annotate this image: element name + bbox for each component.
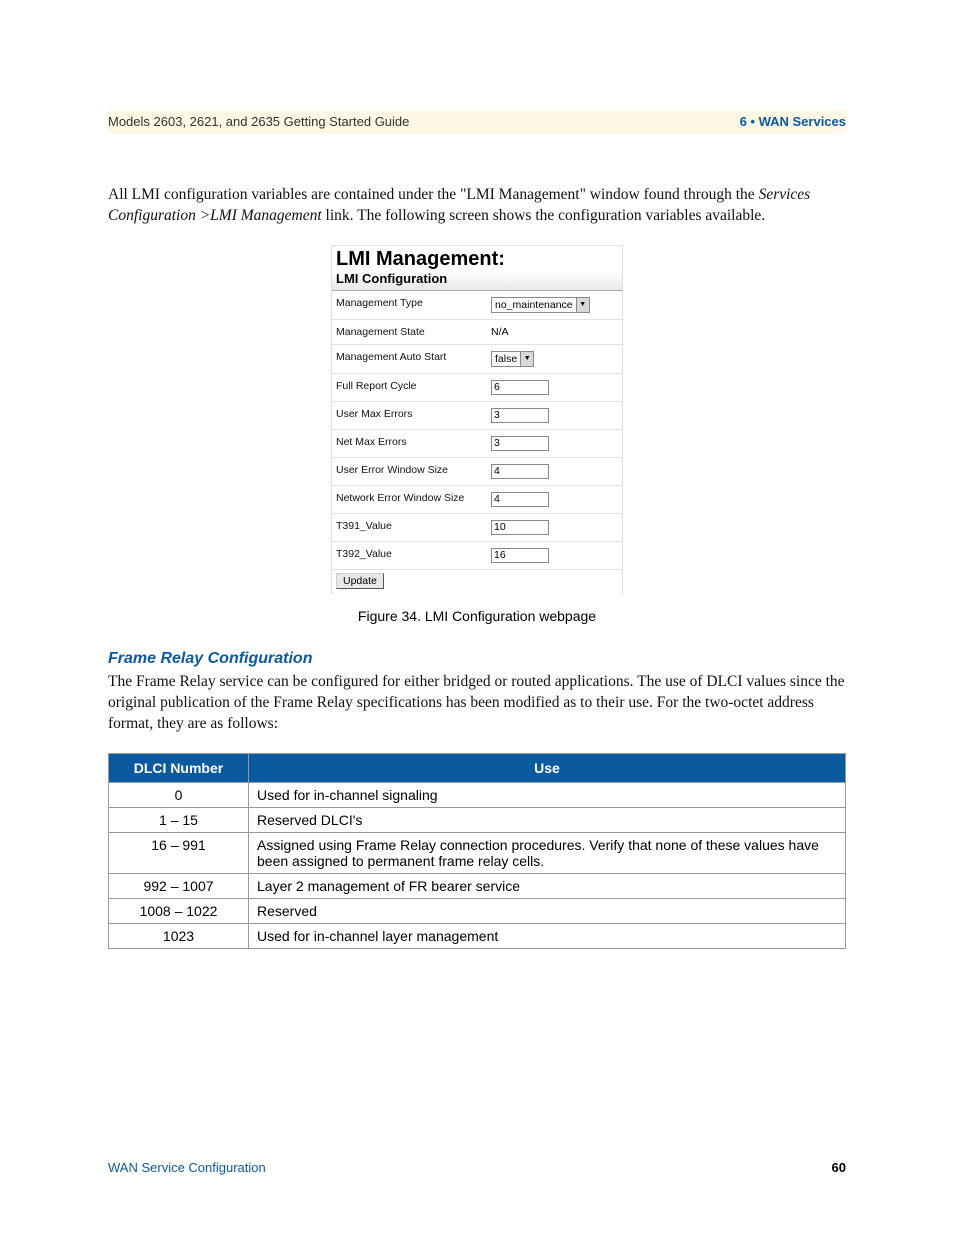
intro-part2: link. The following screen shows the con… [322,207,766,224]
intro-part1: All LMI configuration variables are cont… [108,186,759,203]
cell-dlci: 1023 [109,923,249,948]
net-win-input[interactable] [491,492,549,507]
header-right-text: 6 • WAN Services [740,114,846,129]
panel-title: LMI Management: [332,246,622,271]
cell-use: Layer 2 management of FR bearer service [249,873,846,898]
table-row: 0 Used for in-channel signaling [109,782,846,807]
row-user-error-window: User Error Window Size [332,458,622,486]
label-net-win: Network Error Window Size [336,492,491,507]
row-net-max-errors: Net Max Errors [332,430,622,458]
label-management-state: Management State [336,326,491,338]
label-t392: T392_Value [336,548,491,563]
table-row: 992 – 1007 Layer 2 management of FR bear… [109,873,846,898]
section-heading: Frame Relay Configuration [108,650,846,668]
panel-subtitle: LMI Configuration [332,271,622,291]
cell-use: Used for in-channel signaling [249,782,846,807]
t391-input[interactable] [491,520,549,535]
dlci-table: DLCI Number Use 0 Used for in-channel si… [108,753,846,949]
table-header-use: Use [249,753,846,782]
auto-start-value: false [492,353,520,365]
label-user-win: User Error Window Size [336,464,491,479]
auto-start-dropdown[interactable]: false ▼ [491,351,534,367]
footer-page-number: 60 [832,1160,846,1175]
row-network-error-window: Network Error Window Size [332,486,622,514]
section-body: The Frame Relay service can be configure… [108,672,846,735]
table-row: 1023 Used for in-channel layer managemen… [109,923,846,948]
table-row: 1008 – 1022 Reserved [109,898,846,923]
cell-use: Reserved DLCI's [249,807,846,832]
page-header: Models 2603, 2621, and 2635 Getting Star… [108,110,846,133]
management-type-value: no_maintenance [492,299,576,311]
cell-dlci: 1 – 15 [109,807,249,832]
chevron-down-icon: ▼ [576,298,589,312]
figure-caption: Figure 34. LMI Configuration webpage [108,608,846,624]
cell-use: Reserved [249,898,846,923]
footer-left: WAN Service Configuration [108,1160,266,1175]
management-state-value: N/A [491,326,618,338]
row-auto-start: Management Auto Start false ▼ [332,345,622,374]
label-full-report: Full Report Cycle [336,380,491,395]
chevron-down-icon: ▼ [520,352,533,366]
row-full-report-cycle: Full Report Cycle [332,374,622,402]
label-t391: T391_Value [336,520,491,535]
update-button[interactable]: Update [336,573,384,589]
user-max-input[interactable] [491,408,549,423]
table-row: 16 – 991 Assigned using Frame Relay conn… [109,832,846,873]
row-t391: T391_Value [332,514,622,542]
row-t392: T392_Value [332,542,622,570]
table-row: 1 – 15 Reserved DLCI's [109,807,846,832]
net-max-input[interactable] [491,436,549,451]
label-management-type: Management Type [336,297,491,313]
management-type-dropdown[interactable]: no_maintenance ▼ [491,297,590,313]
cell-dlci: 1008 – 1022 [109,898,249,923]
label-user-max: User Max Errors [336,408,491,423]
table-header-dlci: DLCI Number [109,753,249,782]
label-net-max: Net Max Errors [336,436,491,451]
row-user-max-errors: User Max Errors [332,402,622,430]
header-left-text: Models 2603, 2621, and 2635 Getting Star… [108,114,409,129]
intro-paragraph: All LMI configuration variables are cont… [108,185,846,227]
label-auto-start: Management Auto Start [336,351,491,367]
row-management-type: Management Type no_maintenance ▼ [332,291,622,320]
t392-input[interactable] [491,548,549,563]
user-win-input[interactable] [491,464,549,479]
lmi-config-panel: LMI Management: LMI Configuration Manage… [331,245,623,594]
cell-dlci: 992 – 1007 [109,873,249,898]
cell-dlci: 16 – 991 [109,832,249,873]
cell-use: Assigned using Frame Relay connection pr… [249,832,846,873]
cell-use: Used for in-channel layer management [249,923,846,948]
full-report-input[interactable] [491,380,549,395]
row-management-state: Management State N/A [332,320,622,345]
cell-dlci: 0 [109,782,249,807]
page-footer: WAN Service Configuration 60 [108,1160,846,1175]
